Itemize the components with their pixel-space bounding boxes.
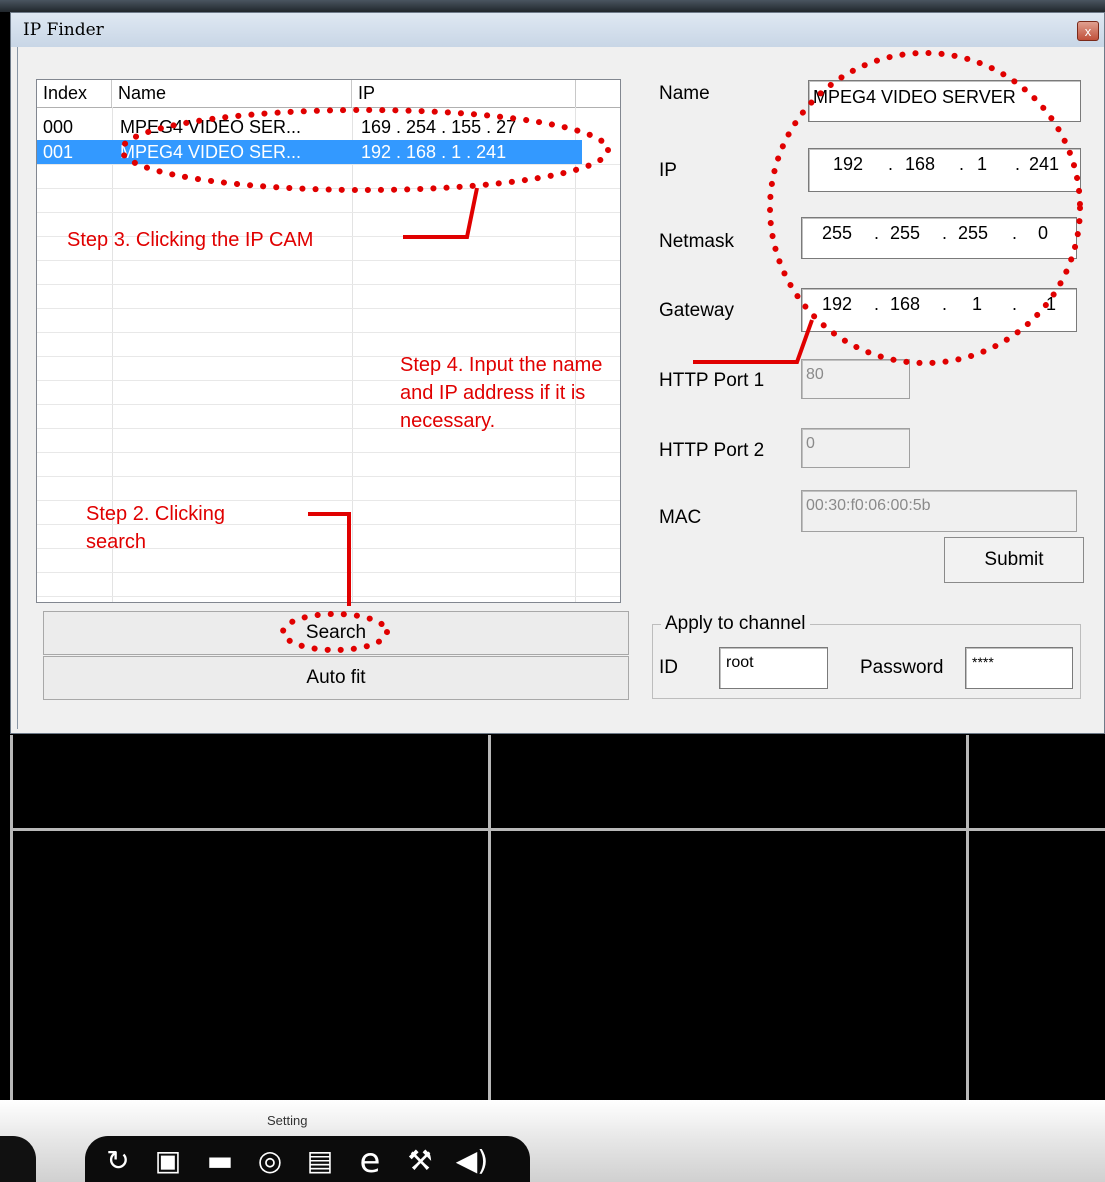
close-button[interactable]: x (1077, 21, 1099, 41)
speaker-icon[interactable]: ◀) (452, 1142, 492, 1180)
row-ip: 192 . 168 . 1 . 241 (361, 142, 507, 162)
http-port2-field[interactable]: 0 (801, 428, 910, 468)
ie-icon[interactable]: e (350, 1142, 390, 1180)
name-label: Name (659, 83, 710, 104)
password-label: Password (860, 657, 944, 678)
id-label: ID (659, 657, 678, 678)
mac-field[interactable]: 00:30:f0:06:00:5b (801, 490, 1077, 532)
http-port2-label: HTTP Port 2 (659, 440, 765, 461)
ip-label: IP (659, 160, 677, 181)
refresh-icon[interactable]: ↻ (98, 1142, 138, 1180)
id-field[interactable]: root (719, 647, 828, 689)
step4-annotation-line1: Step 4. Input the name (400, 354, 603, 376)
netmask-field[interactable]: 255. 255. 255. 0 (801, 217, 1077, 259)
list-header: Index Name IP (37, 80, 620, 108)
table-row-selected[interactable]: 001 MPEG4 VIDEO SER... 192 . 168 . 1 . 2… (37, 140, 582, 164)
password-field[interactable]: **** (965, 647, 1073, 689)
close-icon: x (1084, 24, 1092, 39)
globe-icon[interactable]: ◎ (250, 1142, 290, 1180)
step4-annotation-line3: necessary. (400, 410, 496, 432)
document-icon[interactable]: ▤ (300, 1142, 340, 1180)
auto-fit-button[interactable]: Auto fit (43, 656, 629, 700)
table-row[interactable]: 000 MPEG4 VIDEO SER... 169 . 254 . 155 .… (37, 115, 582, 139)
step2-annotation-line1: Step 2. Clicking (86, 503, 225, 525)
dialog-titlebar: IP Finder x (11, 13, 1104, 47)
video-grid (0, 735, 1105, 1100)
step3-annotation: Step 3. Clicking the IP CAM (67, 229, 314, 251)
tools-icon[interactable]: ⚒ (400, 1142, 440, 1180)
dialog-title: IP Finder (23, 20, 104, 40)
http-port1-label: HTTP Port 1 (659, 370, 765, 391)
search-button[interactable]: Search (43, 611, 629, 655)
folder-icon[interactable]: ▬ (200, 1142, 240, 1180)
background-app-topbar (0, 0, 1105, 12)
row-name: MPEG4 VIDEO SER... (120, 142, 302, 162)
column-header-index[interactable]: Index (37, 80, 112, 107)
submit-button[interactable]: Submit (944, 537, 1084, 583)
lock-icon[interactable]: ▣ (148, 1142, 188, 1180)
mac-label: MAC (659, 507, 702, 528)
column-header-ip[interactable]: IP (352, 80, 576, 107)
row-index: 001 (43, 142, 74, 162)
column-header-name[interactable]: Name (112, 80, 352, 107)
http-port1-field[interactable]: 80 (801, 359, 910, 399)
apply-to-channel-legend: Apply to channel (661, 613, 810, 635)
row-ip: 169 . 254 . 155 . 27 (361, 117, 517, 137)
step4-annotation-line2: and IP address if it is (400, 382, 586, 404)
ip-address-field[interactable]: 192. 168. 1. 241 (808, 148, 1081, 192)
setting-label: Setting (267, 1113, 308, 1128)
gateway-field[interactable]: 192. 168. 1. 1 (801, 288, 1077, 332)
step2-annotation-line2: search (86, 531, 147, 553)
gateway-label: Gateway (659, 300, 734, 321)
row-name: MPEG4 VIDEO SER... (120, 117, 302, 137)
netmask-label: Netmask (659, 231, 734, 252)
name-field[interactable]: MPEG4 VIDEO SERVER (808, 80, 1081, 122)
row-index: 000 (43, 117, 74, 137)
